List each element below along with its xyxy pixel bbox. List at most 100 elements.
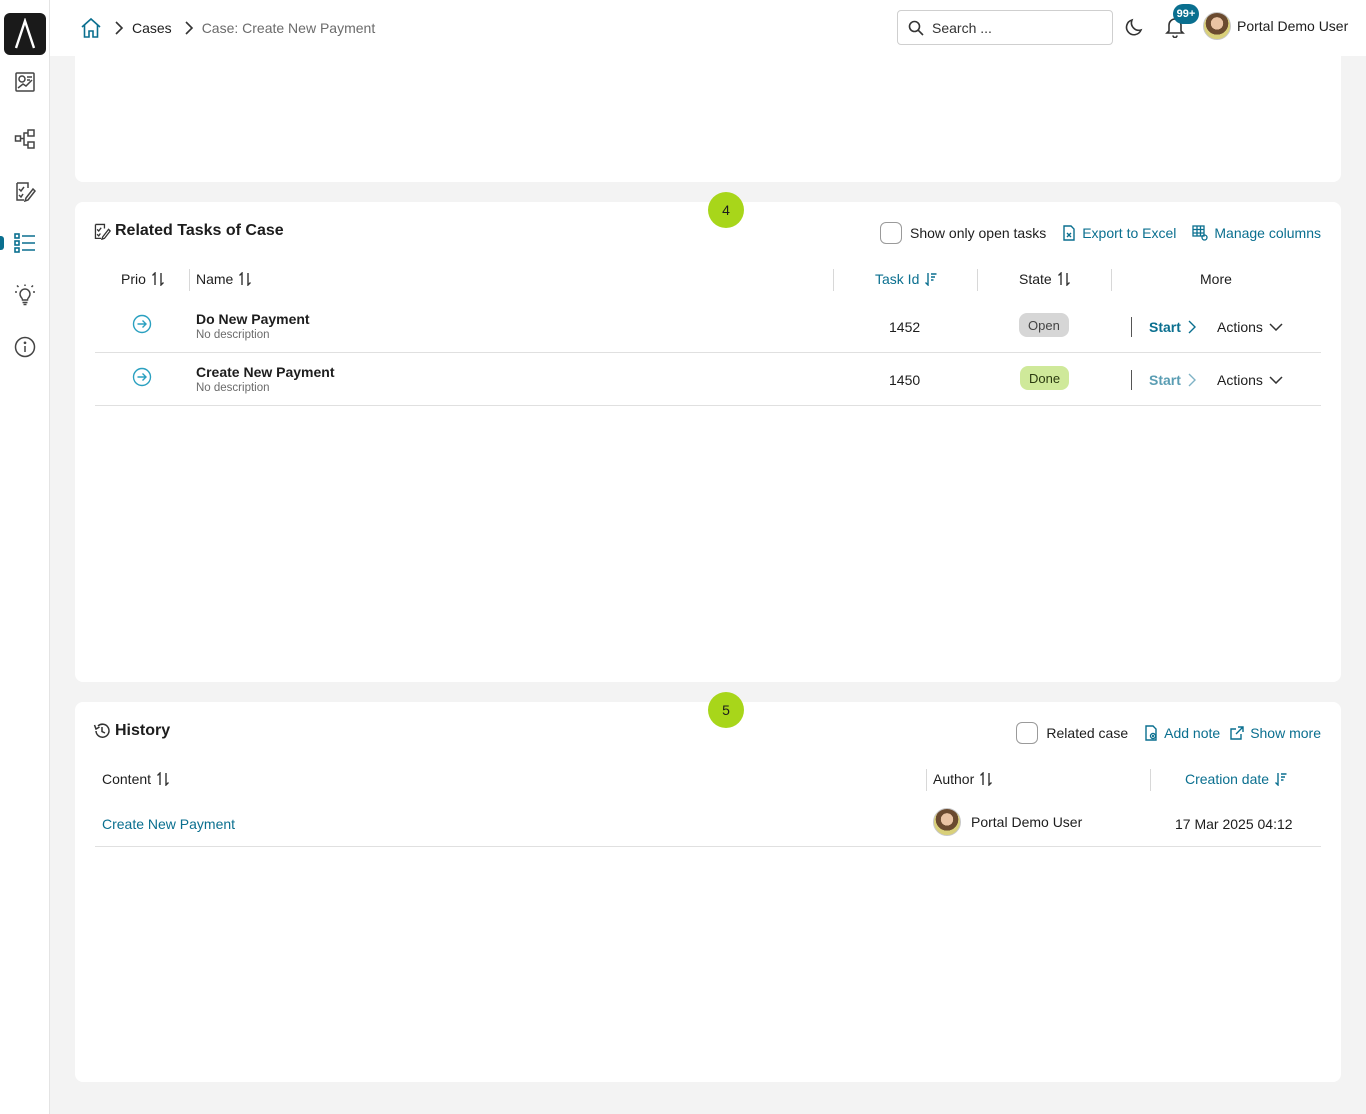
chevron-right-icon: [114, 21, 124, 35]
breadcrumb-current: Case: Create New Payment: [201, 20, 376, 36]
sort-descending-icon: [1275, 772, 1287, 786]
sort-icon: [1057, 272, 1070, 286]
search-input[interactable]: [932, 19, 1092, 36]
add-note-label: Add note: [1164, 725, 1221, 741]
related-case-checkbox[interactable]: [1016, 722, 1039, 744]
history-creation-date: 17 Mar 2025 04:12: [1175, 816, 1293, 832]
show-open-tasks-checkbox[interactable]: [880, 222, 903, 244]
cases-icon[interactable]: [12, 230, 38, 256]
show-open-tasks-label[interactable]: Show only open tasks: [910, 225, 1046, 241]
task-name[interactable]: Do New Payment: [196, 311, 310, 327]
task-description: No description: [196, 329, 270, 341]
row-divider: [95, 405, 1321, 406]
task-description: No description: [196, 382, 270, 394]
actions-divider: [1131, 317, 1132, 337]
sort-descending-icon: [925, 272, 937, 286]
user-name: Portal Demo User: [1237, 18, 1349, 34]
home-icon[interactable]: [80, 17, 102, 39]
search-box[interactable]: [897, 10, 1113, 45]
related-tasks-card: 4 Related Tasks of Case Show only open t…: [75, 192, 1341, 682]
chevron-down-icon: [1269, 323, 1283, 331]
manage-columns-button[interactable]: Manage columns: [1192, 225, 1321, 241]
status-badge: Done: [1020, 366, 1070, 390]
related-tasks-tools: Show only open tasks Export to Excel Man…: [880, 222, 1321, 244]
sort-icon: [157, 772, 170, 786]
history-content-link[interactable]: Create New Payment: [102, 816, 235, 832]
start-task-label: Start: [1149, 319, 1181, 335]
related-tasks-title: Related Tasks of Case: [93, 222, 284, 240]
history-title-text: History: [115, 722, 171, 739]
related-tasks-title-text: Related Tasks of Case: [115, 222, 284, 239]
search-icon: [908, 20, 924, 36]
start-task-button[interactable]: Start: [1149, 372, 1196, 388]
manage-columns-label: Manage columns: [1214, 225, 1321, 241]
actions-menu-button[interactable]: Actions: [1217, 319, 1283, 335]
history-title: History: [93, 722, 170, 740]
column-divider: [189, 269, 190, 291]
task-id: 1452: [889, 319, 921, 335]
related-case-label[interactable]: Related case: [1046, 725, 1128, 741]
column-header-name-label: Name: [196, 271, 234, 287]
column-divider: [977, 269, 978, 291]
add-note-button[interactable]: Add note: [1144, 725, 1220, 741]
column-divider: [1150, 769, 1151, 791]
column-divider: [926, 769, 927, 791]
column-header-task-id-label: Task Id: [875, 271, 920, 287]
status-badge: Open: [1019, 313, 1069, 337]
processes-icon[interactable]: [12, 126, 38, 152]
excel-file-icon: [1062, 225, 1076, 241]
breadcrumb: Cases Case: Create New Payment: [80, 16, 375, 40]
step-badge: 4: [708, 192, 744, 228]
actions-label: Actions: [1217, 372, 1263, 388]
history-icon: [93, 722, 111, 740]
column-header-name[interactable]: Name: [196, 271, 252, 287]
top-bar: Cases Case: Create New Payment 99+ Porta…: [50, 0, 1366, 56]
sort-icon: [980, 772, 993, 786]
column-header-content-label: Content: [102, 771, 152, 787]
sort-icon: [239, 272, 252, 286]
chevron-right-icon: [1188, 320, 1196, 334]
tasks-icon[interactable]: [12, 178, 38, 204]
task-name[interactable]: Create New Payment: [196, 364, 335, 380]
actions-label: Actions: [1217, 319, 1263, 335]
actions-menu-button[interactable]: Actions: [1217, 372, 1283, 388]
start-task-label: Start: [1149, 372, 1181, 388]
row-divider: [95, 846, 1321, 847]
history-card: 5 History Related case Add note Show mor…: [75, 692, 1341, 1082]
column-header-state-label: State: [1019, 271, 1052, 287]
column-header-author[interactable]: Author: [933, 771, 993, 787]
app-logo[interactable]: [4, 13, 46, 55]
info-icon[interactable]: [12, 334, 38, 360]
notification-count-badge: 99+: [1173, 4, 1199, 24]
active-indicator: [0, 236, 4, 250]
column-header-prio-label: Prio: [121, 271, 146, 287]
column-header-prio[interactable]: Prio: [121, 271, 164, 287]
external-link-icon: [1230, 726, 1244, 740]
statistics-icon[interactable]: [12, 282, 38, 308]
show-more-button[interactable]: Show more: [1230, 725, 1321, 741]
start-task-button[interactable]: Start: [1149, 319, 1196, 335]
avatar: [1203, 12, 1231, 40]
row-divider: [95, 352, 1321, 353]
task-id: 1450: [889, 372, 921, 388]
export-excel-button[interactable]: Export to Excel: [1062, 225, 1176, 241]
tasks-icon: [93, 222, 111, 240]
history-tools: Related case Add note Show more: [1016, 722, 1321, 744]
dashboard-icon[interactable]: [12, 69, 38, 95]
column-header-creation-date[interactable]: Creation date: [1185, 771, 1287, 787]
sort-icon: [151, 272, 164, 286]
case-details-card: [75, 40, 1341, 182]
column-header-content[interactable]: Content: [102, 771, 170, 787]
add-note-icon: [1144, 725, 1158, 741]
breadcrumb-cases[interactable]: Cases: [132, 20, 172, 36]
column-header-creation-date-label: Creation date: [1185, 771, 1270, 787]
user-menu[interactable]: Portal Demo User: [1203, 12, 1348, 40]
column-header-task-id[interactable]: Task Id: [875, 271, 937, 287]
table-settings-icon: [1192, 225, 1209, 241]
dark-mode-toggle-icon[interactable]: [1123, 15, 1147, 39]
column-header-state[interactable]: State: [1019, 271, 1070, 287]
chevron-down-icon: [1269, 376, 1283, 384]
sidebar: [0, 0, 50, 1114]
column-divider: [833, 269, 834, 291]
avatar: [933, 808, 961, 836]
